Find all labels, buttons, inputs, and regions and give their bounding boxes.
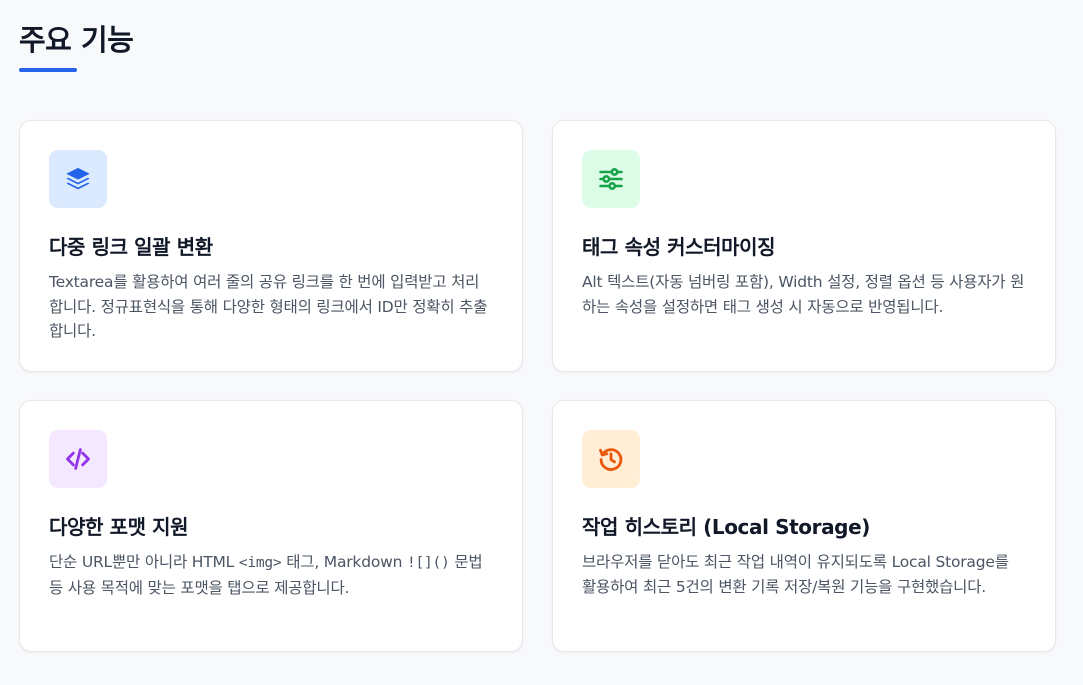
feature-icon-box — [582, 150, 640, 208]
feature-card-batch-convert: 다중 링크 일괄 변환 Textarea를 활용하여 여러 줄의 공유 링크를 … — [19, 120, 523, 372]
code-snippet-img-tag: <img> — [238, 555, 282, 571]
title-underline — [19, 68, 77, 72]
feature-title: 태그 속성 커스터마이징 — [582, 235, 776, 259]
feature-card-history: 작업 히스토리 (Local Storage) 브라우저를 닫아도 최근 작업 … — [552, 400, 1056, 652]
feature-icon-box — [49, 150, 107, 208]
code-snippet-markdown: ![]() — [406, 555, 450, 571]
feature-icon-box — [49, 430, 107, 488]
feature-card-formats: 다양한 포맷 지원 단순 URL뿐만 아니라 HTML <img> 태그, Ma… — [19, 400, 523, 652]
history-icon — [599, 448, 623, 471]
feature-description: Textarea를 활용하여 여러 줄의 공유 링크를 한 번에 입력받고 처리… — [49, 273, 488, 340]
layers-icon — [66, 167, 90, 190]
section-title: 주요 기능 — [19, 23, 134, 57]
code-icon — [66, 448, 90, 470]
feature-description: Alt 텍스트(자동 넘버링 포함), Width 설정, 정렬 옵션 등 사용… — [582, 273, 1025, 316]
description-text: 단순 URL뿐만 아니라 HTML — [49, 553, 239, 571]
feature-card-tag-attributes: 태그 속성 커스터마이징 Alt 텍스트(자동 넘버링 포함), Width 설… — [552, 120, 1056, 372]
feature-title: 작업 히스토리 (Local Storage) — [582, 515, 871, 539]
description-text: 태그, Markdown — [281, 553, 407, 571]
features-page: 주요 기능 다중 링크 일괄 변환 Textarea를 활용하여 여러 줄의 공… — [0, 0, 1083, 685]
feature-title: 다양한 포맷 지원 — [49, 515, 189, 539]
sliders-icon — [599, 168, 623, 190]
feature-description: 브라우저를 닫아도 최근 작업 내역이 유지되도록 Local Storage를… — [582, 553, 1009, 596]
feature-description: 단순 URL뿐만 아니라 HTML <img> 태그, Markdown ![]… — [49, 550, 493, 600]
feature-icon-box — [582, 430, 640, 488]
feature-title: 다중 링크 일괄 변환 — [49, 235, 213, 259]
feature-grid: 다중 링크 일괄 변환 Textarea를 활용하여 여러 줄의 공유 링크를 … — [19, 120, 1056, 652]
